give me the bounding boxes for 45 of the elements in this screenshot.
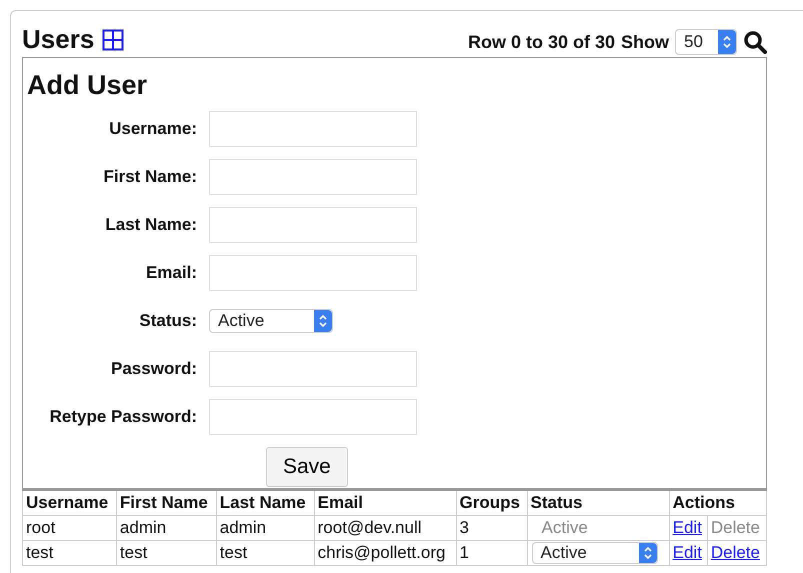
search-icon[interactable] bbox=[743, 30, 767, 54]
table-cell: test bbox=[116, 540, 216, 566]
add-grid-icon[interactable] bbox=[102, 28, 124, 50]
table-cell: root@dev.null bbox=[314, 516, 456, 540]
column-header: Last Name bbox=[216, 490, 314, 516]
field-label: Username: bbox=[108, 119, 197, 139]
field-label: Status: bbox=[138, 311, 197, 331]
status-select[interactable]: Active bbox=[209, 309, 333, 333]
show-select[interactable]: 50 bbox=[675, 29, 737, 55]
field-label: Password: bbox=[110, 359, 197, 379]
column-header: Username bbox=[22, 490, 116, 516]
password-field[interactable] bbox=[209, 351, 417, 387]
table-cell: test bbox=[22, 540, 116, 566]
table-cell: admin bbox=[116, 516, 216, 540]
table-cell: 1 bbox=[456, 540, 528, 566]
delete-link: Delete bbox=[710, 518, 760, 537]
column-header: Actions bbox=[669, 490, 766, 516]
table-cell: 3 bbox=[456, 516, 528, 540]
input-field[interactable] bbox=[209, 111, 417, 147]
status-select[interactable]: Active bbox=[532, 542, 658, 564]
updown-arrows-icon bbox=[642, 545, 653, 561]
column-header: Groups bbox=[456, 490, 528, 516]
field-label: First Name: bbox=[102, 167, 197, 187]
column-header: First Name bbox=[116, 490, 216, 516]
page-title: Users bbox=[22, 24, 94, 55]
input-field[interactable] bbox=[209, 159, 417, 195]
column-header: Email bbox=[314, 490, 456, 516]
table-cell: chris@pollett.org bbox=[314, 540, 456, 566]
field-label: Email: bbox=[144, 263, 197, 283]
column-header: Status bbox=[527, 490, 670, 516]
row-count: Row 0 to 30 of 30 bbox=[468, 32, 615, 52]
updown-arrows-icon bbox=[722, 34, 732, 50]
table-cell: admin bbox=[216, 516, 314, 540]
updown-arrows-icon bbox=[318, 313, 328, 329]
table-cell: root bbox=[22, 516, 116, 540]
form-title: Add User bbox=[27, 70, 148, 101]
input-field[interactable] bbox=[209, 207, 417, 243]
show-label: Show bbox=[621, 32, 669, 52]
status-text: Active bbox=[540, 518, 588, 537]
field-label: Last Name: bbox=[104, 215, 197, 235]
input-field[interactable] bbox=[209, 255, 417, 291]
field-label: Retype Password: bbox=[48, 407, 197, 427]
save-button[interactable]: Save bbox=[266, 447, 348, 487]
password-field[interactable] bbox=[209, 399, 417, 435]
table-cell: test bbox=[216, 540, 314, 566]
